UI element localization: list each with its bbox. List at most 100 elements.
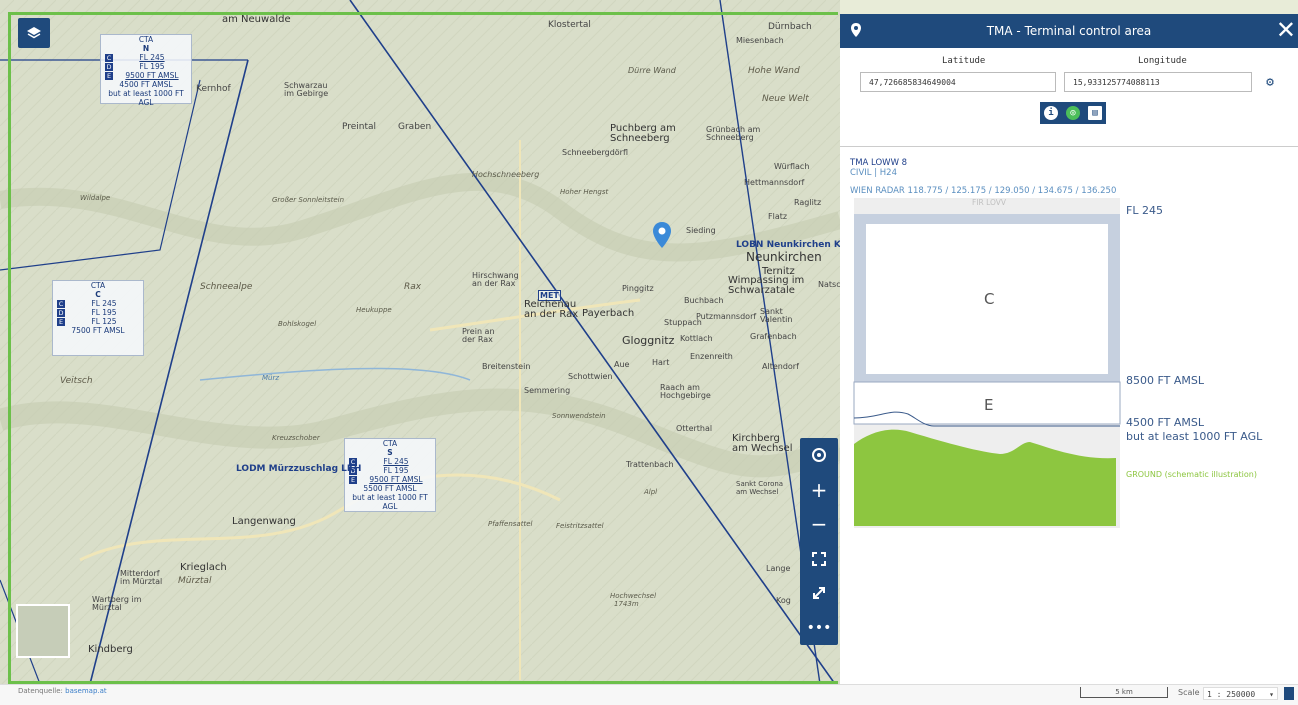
cta-box-center[interactable]: CTA C C FL 245 D FL 195 E FL 125 7500 FT AM… [52, 280, 144, 356]
place-label: Würflach [774, 162, 810, 171]
map-view[interactable]: CTA N C FL 245 D FL 195 E 9500 FT AMSL 4500… [0, 0, 840, 684]
mid-limit-label: 8500 FT AMSL [1126, 374, 1204, 387]
fit-extent-button[interactable] [800, 542, 838, 577]
download-icon[interactable] [1284, 687, 1294, 700]
peak-label: Hoher Hengst [560, 188, 609, 196]
place-label: Reichenau an der Rax [524, 299, 579, 320]
cta-head: CTA [138, 35, 154, 44]
cta-head: CTA [90, 281, 106, 290]
data-source-link[interactable]: basemap.at [65, 687, 107, 695]
class-e-label: E [984, 396, 994, 414]
place-label: Hettmannsdorf [744, 178, 805, 187]
airspace-name: TMA LOWW 8 [850, 158, 908, 168]
place-label: Neunkirchen [746, 250, 822, 264]
peak-label: Pfaffensattel [488, 520, 533, 528]
cta-line: FL 195 [383, 466, 409, 475]
place-label: Kottlach [680, 334, 713, 343]
place-label: Sankt Corona am Wechsel [736, 480, 784, 496]
peak-label: Hochschneeberg [472, 170, 540, 179]
airspace-icon[interactable]: ◎ [1066, 106, 1080, 120]
peak-label: Sonnwendstein [552, 412, 606, 420]
aerodrome-label[interactable]: LODM Mürzzuschlag LKH [236, 464, 361, 474]
place-label: Graben [398, 122, 432, 132]
class-e-badge: E [57, 317, 65, 326]
place-label: Raglitz [794, 198, 822, 207]
info-icon[interactable]: i [1044, 106, 1058, 120]
class-c-label: C [984, 290, 995, 308]
locate-button[interactable] [800, 438, 838, 473]
place-label: Stuppach [664, 318, 702, 327]
cta-head: CTA [382, 439, 398, 448]
coordinates-section: Latitude Longitude ⚙ i ◎ ▤ [840, 48, 1298, 147]
place-label: Dürnbach [768, 22, 812, 32]
place-label: Semmering [524, 386, 571, 395]
place-label: Mürztal [178, 576, 212, 586]
peak-label: Wildalpe [80, 194, 111, 202]
cta-line: 9500 FT AMSL [125, 71, 179, 80]
river-label: Mürz [262, 374, 280, 382]
cta-direction: S [387, 448, 393, 457]
peak-label: Heukuppe [356, 306, 392, 314]
place-label: Trattenbach [626, 460, 674, 469]
cta-line: FL 245 [139, 53, 165, 62]
fir-label: FIR LOVV [972, 198, 1007, 207]
cta-line: FL 125 [91, 317, 117, 326]
more-dots-icon: ••• [806, 619, 832, 636]
gear-icon[interactable]: ⚙ [1266, 75, 1274, 90]
place-label: Altendorf [762, 362, 799, 371]
lower-limit-label: 4500 FT AMSL [1126, 416, 1204, 429]
place-label: Hirschwang an der Rax [472, 271, 519, 288]
expand-arrows-icon [812, 551, 826, 566]
place-label: Sankt Valentin [760, 307, 793, 324]
place-label: Krieglach [180, 562, 227, 573]
chevron-down-icon: ▾ [1269, 690, 1274, 699]
minus-icon: − [810, 512, 828, 537]
fullscreen-button[interactable] [800, 576, 838, 611]
location-pin-icon[interactable] [652, 221, 672, 253]
data-source: Datenquelle: basemap.at [18, 687, 107, 695]
chart-icon[interactable]: ▤ [1088, 106, 1102, 120]
layers-button[interactable] [18, 18, 50, 48]
cta-box-south[interactable]: CTA S C FL 245 D FL 195 E 9500 FT AMSL 5500… [344, 438, 436, 512]
place-label: Aue [614, 360, 630, 369]
place-label: Hart [652, 358, 670, 367]
place-label: Neue Welt [762, 94, 809, 104]
class-c-badge: C [57, 299, 65, 308]
aerodrome-label[interactable]: LOBN Neunkirchen KH [736, 240, 840, 250]
upper-limit-label: FL 245 [1126, 204, 1163, 217]
latitude-input[interactable] [860, 72, 1056, 92]
scale-value: 1 : 250000 [1207, 690, 1256, 699]
status-bar: Datenquelle: basemap.at 5 km Scale 1 : 2… [0, 684, 1298, 705]
peak-label: Bohlskogel [278, 320, 317, 328]
place-label: Grafenbach [750, 332, 797, 341]
zoom-out-button[interactable]: − [800, 507, 838, 542]
place-label: Pinggitz [622, 284, 654, 293]
panel-header: TMA - Terminal control area ✕ [840, 14, 1298, 48]
more-button[interactable]: ••• [800, 611, 838, 646]
cta-line: 4500 FT AMSL [119, 80, 173, 89]
scale-select[interactable]: 1 : 250000 ▾ [1203, 687, 1278, 700]
cta-line: 5500 FT AMSL [363, 484, 417, 493]
cta-line: 9500 FT AMSL [369, 475, 423, 484]
place-label: Wartberg im Mürztal [92, 595, 142, 612]
vertical-profile-diagram [853, 198, 1121, 528]
place-label: Langenwang [232, 516, 296, 527]
scale-bar: 5 km [1080, 687, 1168, 698]
longitude-input[interactable] [1064, 72, 1252, 92]
place-label: Lange [766, 564, 791, 573]
place-label: Schneebergdörfl [562, 148, 628, 157]
place-label: Breitenstein [482, 362, 531, 371]
cta-box-north[interactable]: CTA N C FL 245 D FL 195 E 9500 FT AMSL 4500… [100, 34, 192, 107]
peak-label: Alpl [644, 488, 658, 496]
place-label: Kog [776, 596, 791, 605]
place-label: Veitsch [60, 376, 93, 386]
map-controls: + − ••• [800, 438, 838, 645]
ground-label: GROUND (schematic illustration) [1126, 470, 1257, 479]
overview-minimap[interactable] [16, 604, 70, 658]
fullscreen-icon [813, 587, 825, 600]
zoom-in-button[interactable]: + [800, 473, 838, 508]
cta-line: 7500 FT AMSL [71, 326, 125, 335]
cta-line: FL 245 [91, 299, 117, 308]
close-icon[interactable]: ✕ [1276, 16, 1296, 44]
place-label: Kirchberg am Wechsel [732, 433, 793, 454]
